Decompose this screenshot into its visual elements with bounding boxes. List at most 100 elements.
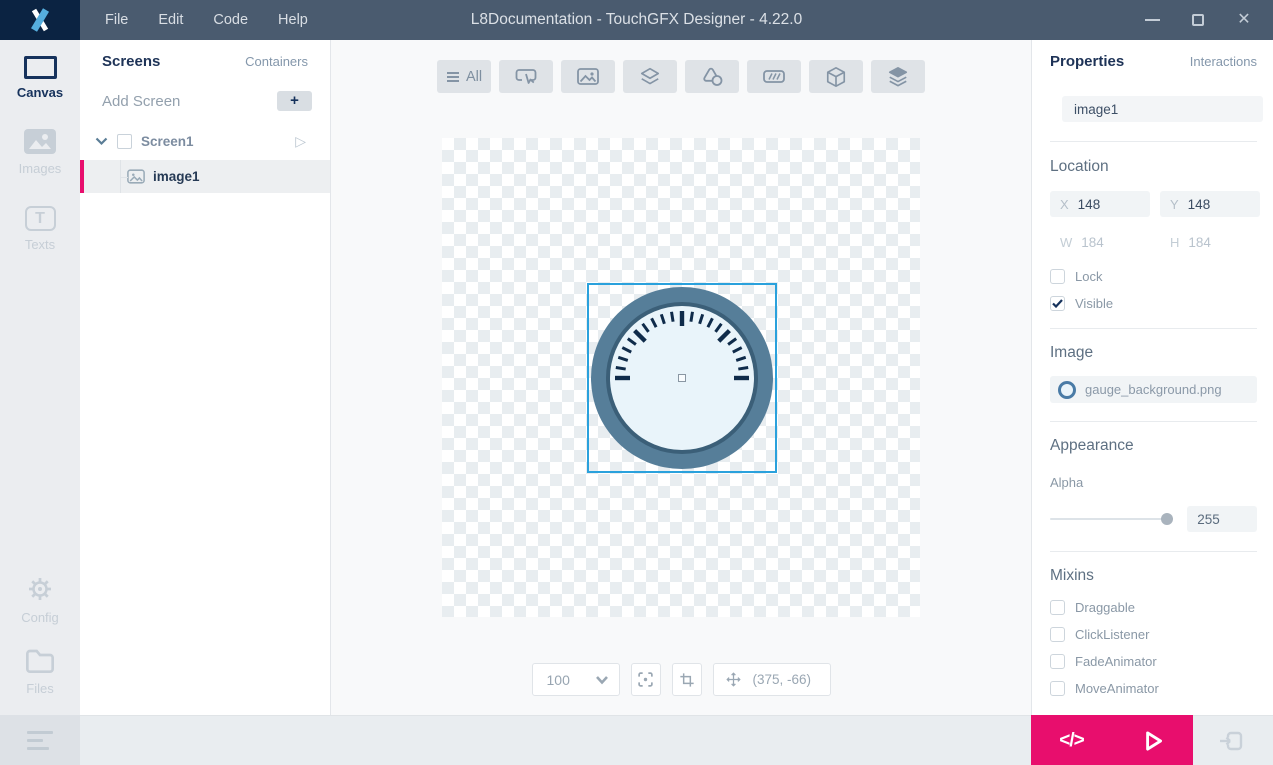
image-icon — [127, 169, 145, 184]
widget-name-input[interactable] — [1062, 96, 1263, 122]
flash-target-icon — [1220, 731, 1243, 751]
chevron-down-icon[interactable] — [95, 137, 108, 146]
maximize-button[interactable] — [1175, 0, 1221, 40]
widget-category-miscellaneous-button[interactable] — [809, 60, 863, 93]
menu-lines-icon — [446, 71, 459, 82]
sidebar-item-files[interactable]: Files — [0, 647, 80, 696]
crop-view-button[interactable] — [671, 663, 702, 696]
close-button[interactable]: ✕ — [1221, 0, 1267, 40]
menu-file[interactable]: File — [90, 0, 143, 40]
widget-category-buttons-button[interactable] — [499, 60, 553, 93]
properties-panel: Properties Interactions Location X Y W 1… — [1031, 40, 1273, 716]
location-fields: X Y W 184 H 184 — [1050, 191, 1260, 255]
alpha-slider-track[interactable] — [1050, 518, 1174, 520]
image-file-selector[interactable]: gauge_background.png — [1050, 376, 1257, 403]
center-view-button[interactable] — [630, 663, 661, 696]
mixin-row-moveanimator: MoveAnimator — [1050, 681, 1257, 696]
alpha-slider-thumb[interactable] — [1161, 513, 1174, 525]
tab-containers[interactable]: Containers — [245, 54, 308, 69]
tab-interactions[interactable]: Interactions — [1190, 54, 1257, 69]
w-field: W 184 — [1050, 229, 1150, 255]
position-value: (375, -66) — [752, 672, 812, 687]
zoom-level-input[interactable] — [546, 671, 583, 688]
sidebar-item-texts[interactable]: T Texts — [0, 206, 80, 252]
alpha-slider[interactable] — [1050, 513, 1174, 525]
tab-screens[interactable]: Screens — [102, 53, 160, 70]
clicklistener-checkbox[interactable] — [1050, 627, 1065, 642]
window-title: L8Documentation - TouchGFX Designer - 4.… — [470, 11, 803, 28]
menu-code[interactable]: Code — [198, 0, 263, 40]
code-icon: </> — [1059, 729, 1085, 751]
screen1-checkbox[interactable] — [117, 133, 132, 149]
screens-panel-tabs: Screens Containers — [102, 53, 308, 70]
touchgfx-x-icon — [30, 8, 50, 32]
screens-panel: Screens Containers Add Screen + Screen1 … — [80, 40, 331, 715]
visible-checkbox[interactable] — [1050, 296, 1065, 311]
widget-category-progress-button[interactable] — [747, 60, 801, 93]
sidebar-item-label: Config — [21, 610, 59, 625]
mixin-row-draggable: Draggable — [1050, 600, 1257, 615]
widget-category-images-button[interactable] — [561, 60, 615, 93]
maximize-icon — [1192, 14, 1204, 26]
y-field[interactable]: Y — [1160, 191, 1260, 217]
generate-code-button[interactable]: </> — [1031, 715, 1112, 765]
tree-item-screen1[interactable]: Screen1 ▷ — [80, 126, 330, 156]
alpha-value-input[interactable] — [1197, 511, 1244, 527]
w-label: W — [1060, 234, 1073, 250]
menu-help[interactable]: Help — [263, 0, 323, 40]
widget-filter-all-button[interactable]: All — [437, 60, 491, 93]
mixin-label: ClickListener — [1075, 627, 1150, 642]
sidebar-item-canvas[interactable]: Canvas — [0, 56, 80, 100]
x-input[interactable] — [1077, 196, 1133, 212]
widget-center-handle[interactable] — [678, 374, 686, 382]
add-screen-label: Add Screen — [102, 92, 181, 110]
mixin-label: FadeAnimator — [1075, 654, 1157, 669]
mixin-label: MoveAnimator — [1075, 681, 1159, 696]
cube-icon — [826, 66, 846, 87]
sidebar-item-config[interactable]: Config — [0, 574, 80, 625]
tree-item-image1[interactable]: image1 — [80, 160, 330, 193]
moveanimator-checkbox[interactable] — [1050, 681, 1065, 696]
x-field[interactable]: X — [1050, 191, 1150, 217]
add-screen-button[interactable]: + — [277, 91, 312, 111]
menu-edit[interactable]: Edit — [143, 0, 198, 40]
minimize-button[interactable] — [1129, 0, 1175, 40]
widget-category-custom-containers-button[interactable] — [871, 60, 925, 93]
touchgfx-logo — [0, 0, 80, 40]
image-icon — [577, 68, 599, 85]
focus-icon — [638, 672, 653, 687]
sidebar-item-label: Canvas — [16, 85, 64, 100]
alpha-value-field[interactable] — [1187, 506, 1257, 532]
tab-properties[interactable]: Properties — [1050, 53, 1124, 70]
y-label: Y — [1170, 196, 1179, 212]
canvas-icon — [23, 56, 57, 79]
zoom-dropdown[interactable] — [531, 663, 620, 696]
layers-stack-icon — [888, 66, 908, 86]
chevron-down-icon — [595, 675, 608, 684]
log-panel-toggle[interactable] — [0, 715, 80, 765]
footer-bar: </> — [0, 715, 1273, 765]
widget-category-shapes-button[interactable] — [685, 60, 739, 93]
draggable-checkbox[interactable] — [1050, 600, 1065, 615]
widget-toolbar: All — [331, 60, 1031, 93]
screen-tree: Screen1 ▷ image1 — [80, 126, 330, 193]
divider — [1050, 551, 1257, 552]
run-simulator-button[interactable] — [1112, 715, 1193, 765]
fadeanimator-checkbox[interactable] — [1050, 654, 1065, 669]
run-screen-icon[interactable]: ▷ — [295, 133, 306, 150]
y-input[interactable] — [1187, 196, 1243, 212]
selected-indicator — [80, 160, 84, 193]
run-target-button[interactable] — [1209, 716, 1253, 765]
layers-icon — [640, 67, 660, 85]
lock-checkbox[interactable] — [1050, 269, 1065, 284]
image-filename: gauge_background.png — [1085, 382, 1222, 397]
w-value: 184 — [1081, 234, 1104, 250]
canvas-statusbar: (375, -66) — [331, 663, 1031, 696]
sidebar-item-images[interactable]: Images — [0, 128, 80, 176]
checkmark-icon — [1052, 299, 1063, 308]
sidebar-item-label: Files — [26, 681, 54, 696]
h-field: H 184 — [1160, 229, 1260, 255]
left-sidebar: Canvas Images T Texts Config Files — [0, 40, 80, 715]
widget-category-containers-button[interactable] — [623, 60, 677, 93]
move-icon — [725, 672, 741, 687]
